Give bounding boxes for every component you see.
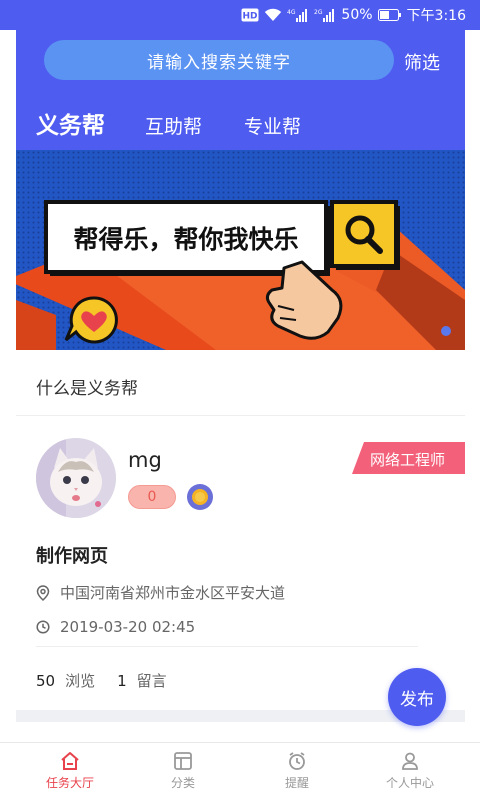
category-tabs: 义务帮 互助帮 专业帮 bbox=[36, 106, 343, 140]
cat-avatar-image bbox=[36, 438, 116, 518]
nav-profile[interactable]: 个人中心 bbox=[370, 751, 450, 791]
status-icons: HD 4G 2G 50% 下午3:16 bbox=[241, 6, 466, 24]
filter-button[interactable]: 筛选 bbox=[404, 49, 440, 75]
nav-reminder[interactable]: 提醒 bbox=[257, 751, 337, 791]
views-label: 浏览 bbox=[65, 672, 96, 690]
task-card[interactable]: mg 0 网络工程师 制作网页 中国河南省郑州市金水区平安大道 2019-03-… bbox=[16, 418, 465, 710]
promo-banner[interactable]: 帮得乐，帮你我快乐 bbox=[16, 150, 465, 350]
clock-icon bbox=[36, 620, 50, 634]
header: 请输入搜索关键字 筛选 义务帮 互助帮 专业帮 bbox=[16, 30, 465, 150]
comments-label: 留言 bbox=[136, 672, 167, 690]
nav-task-hall-label: 任务大厅 bbox=[45, 776, 94, 790]
svg-text:2G: 2G bbox=[314, 9, 323, 16]
clock-time: 下午3:16 bbox=[406, 8, 466, 24]
card-stats: 50 浏览 1 留言 bbox=[36, 670, 189, 691]
svg-text:4G: 4G bbox=[287, 9, 296, 16]
category-icon bbox=[174, 752, 192, 770]
publish-button[interactable]: 发布 bbox=[388, 668, 446, 726]
points-count: 0 bbox=[147, 489, 157, 505]
search-placeholder: 请输入搜索关键字 bbox=[147, 52, 291, 73]
signal-4g-icon: 4G bbox=[287, 9, 308, 22]
battery-percent: 50% bbox=[341, 7, 373, 23]
section-title: 什么是义务帮 bbox=[36, 379, 138, 399]
points-badge: 0 bbox=[128, 485, 176, 509]
nav-category-label: 分类 bbox=[170, 776, 195, 790]
location-text: 中国河南省郑州市金水区平安大道 bbox=[60, 584, 286, 602]
task-title[interactable]: 制作网页 bbox=[36, 542, 108, 568]
avatar[interactable] bbox=[36, 438, 116, 518]
views-count: 50 bbox=[36, 671, 56, 690]
tab-volunteer-help[interactable]: 义务帮 bbox=[36, 106, 105, 140]
app-screen: HD 4G 2G 50% 下午3:16 请输入搜索关键字 筛选 义务帮 互助帮 … bbox=[0, 0, 480, 800]
wifi-icon bbox=[265, 8, 282, 21]
nav-task-hall[interactable]: 任务大厅 bbox=[30, 751, 110, 791]
datetime-row: 2019-03-20 02:45 bbox=[36, 618, 195, 636]
role-tag: 网络工程师 bbox=[352, 442, 465, 474]
bottom-nav: 任务大厅 分类 提醒 个人中心 bbox=[0, 742, 480, 800]
hd-icon: HD bbox=[241, 8, 259, 22]
next-task-card[interactable] bbox=[16, 722, 465, 742]
username[interactable]: mg bbox=[128, 448, 162, 472]
alarm-clock-icon bbox=[289, 752, 305, 770]
nav-reminder-label: 提醒 bbox=[284, 776, 309, 790]
medal-icon bbox=[187, 484, 213, 510]
tab-professional-help[interactable]: 专业帮 bbox=[244, 112, 301, 139]
nav-category[interactable]: 分类 bbox=[143, 751, 223, 791]
tab-mutual-help[interactable]: 互助帮 bbox=[145, 112, 202, 139]
comments-count: 1 bbox=[117, 671, 127, 690]
nav-profile-label: 个人中心 bbox=[385, 776, 434, 790]
signal-2g-icon: 2G bbox=[314, 9, 335, 22]
section-header[interactable]: 什么是义务帮 bbox=[16, 360, 465, 416]
home-icon bbox=[61, 752, 79, 770]
datetime-text: 2019-03-20 02:45 bbox=[60, 618, 196, 636]
location-pin-icon bbox=[36, 584, 50, 601]
user-icon bbox=[402, 752, 418, 770]
banner-illustration: 帮得乐，帮你我快乐 bbox=[16, 150, 465, 350]
banner-slogan: 帮得乐，帮你我快乐 bbox=[73, 225, 298, 254]
battery-icon bbox=[377, 9, 401, 21]
role-tag-label: 网络工程师 bbox=[370, 451, 446, 469]
svg-text:HD: HD bbox=[243, 12, 258, 22]
location-row: 中国河南省郑州市金水区平安大道 bbox=[36, 582, 285, 603]
carousel-dot[interactable] bbox=[441, 326, 451, 336]
search-input[interactable]: 请输入搜索关键字 bbox=[44, 40, 394, 80]
status-bar: HD 4G 2G 50% 下午3:16 bbox=[0, 0, 480, 30]
card-divider bbox=[36, 646, 418, 647]
